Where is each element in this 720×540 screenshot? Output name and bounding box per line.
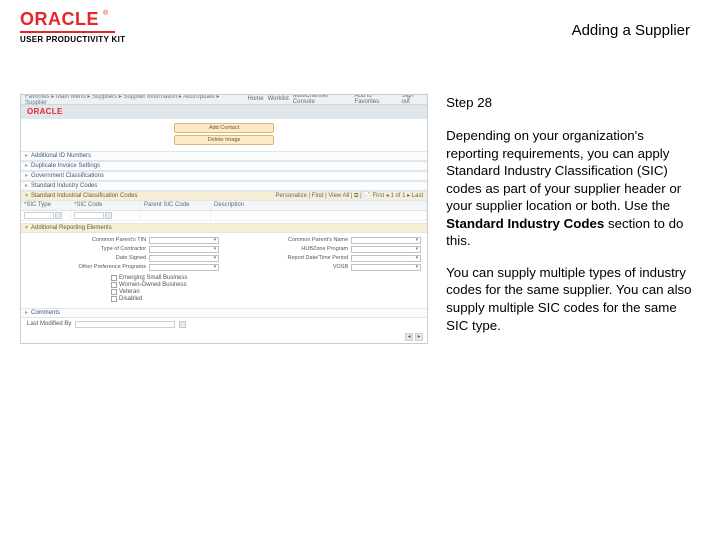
instruction-bold: Standard Industry Codes — [446, 216, 604, 231]
hubzone-select[interactable] — [351, 246, 421, 253]
chevron-right-icon: ▸ — [25, 182, 28, 189]
app-brand-logo: ORACLE — [27, 107, 63, 116]
trademark-symbol: ® — [103, 10, 108, 17]
section-label: Standard Industrial Classification Codes — [31, 193, 137, 199]
reporting-form: Common Parent's TIN Type of Contractor D… — [21, 233, 427, 275]
field-label: Common Parent's Name — [288, 237, 348, 243]
sic-grid-header: *SIC Type *SIC Code Parent SIC Code Desc… — [21, 201, 427, 211]
nav-worklist[interactable]: Worklist — [268, 96, 289, 102]
section-label: Comments — [31, 310, 60, 316]
type-contractor-select[interactable] — [149, 246, 219, 253]
vosb-select[interactable] — [351, 264, 421, 271]
chevron-down-icon: ▾ — [25, 224, 28, 231]
field-label: Type of Contractor — [101, 246, 146, 252]
check-label: Women-Owned Business — [119, 282, 187, 288]
col-sic-type: *SIC Type — [21, 201, 71, 210]
delete-image-button[interactable]: Delete Image — [174, 135, 274, 145]
col-description: Description — [211, 201, 427, 210]
scroll-left-icon[interactable]: ◂ — [405, 333, 413, 341]
oracle-logo-block: ORACLE ® USER PRODUCTIVITY KIT — [20, 10, 125, 44]
col-sic-code: *SIC Code — [71, 201, 141, 210]
oracle-logo-text: ORACLE — [20, 10, 99, 28]
app-breadcrumb-bar: Favorites ▸ Main Menu ▸ Suppliers ▸ Supp… — [21, 95, 427, 105]
field-label: HUBZone Program — [301, 246, 348, 252]
checkbox[interactable] — [111, 282, 117, 288]
nav-favorites[interactable]: Add to Favorites — [355, 94, 398, 106]
last-modified-label: Last Modified By — [27, 321, 71, 327]
logo-rule — [20, 31, 115, 33]
parent-sic-cell — [141, 211, 211, 221]
chevron-right-icon: ▸ — [25, 162, 28, 169]
other-select[interactable] — [149, 264, 219, 271]
check-label: Emerging Small Business — [119, 275, 187, 281]
chevron-down-icon: ▾ — [25, 192, 28, 199]
common-parent-name-select[interactable] — [351, 237, 421, 244]
instruction-paragraph: Depending on your organization's reporti… — [446, 127, 700, 250]
checkbox-group: Emerging Small Business Women-Owned Busi… — [21, 275, 427, 302]
sic-code-cell[interactable] — [71, 211, 141, 221]
section-label: Duplicate Invoice Settings — [31, 163, 100, 169]
button-label: Delete Image — [208, 137, 241, 143]
button-label: Add Contact — [209, 125, 239, 131]
checkbox[interactable] — [111, 289, 117, 295]
embedded-screenshot: Favorites ▸ Main Menu ▸ Suppliers ▸ Supp… — [20, 94, 428, 344]
product-subtitle: USER PRODUCTIVITY KIT — [20, 35, 125, 44]
date-select[interactable] — [149, 255, 219, 262]
description-cell — [211, 211, 427, 221]
instruction-paragraph: You can supply multiple types of industr… — [446, 264, 700, 334]
grid-toolbar: Personalize | Find | View All | ⧉ | 📄 Fi… — [276, 192, 424, 200]
chevron-right-icon: ▸ — [25, 152, 28, 159]
section-label: Additional Reporting Elements — [31, 225, 112, 231]
lookup-icon[interactable] — [179, 321, 186, 328]
grid-tool-text: Personalize | Find | View All | ⧉ | 📄 Fi… — [276, 192, 424, 200]
field-label: Common Parent's TIN — [92, 237, 146, 243]
last-modified-input[interactable] — [75, 321, 175, 328]
nav-signout[interactable]: Sign out — [402, 94, 424, 106]
lookup-icon[interactable] — [55, 212, 62, 219]
section-additional-reporting[interactable]: ▾ Additional Reporting Elements — [21, 223, 427, 233]
nav-home[interactable]: Home — [248, 96, 264, 102]
section-comments[interactable]: ▸Comments — [21, 308, 427, 318]
page-title: Adding a Supplier — [572, 22, 690, 39]
field-label: Date Signed — [116, 255, 146, 261]
step-number: Step 28 — [446, 94, 700, 112]
nav-multichannel[interactable]: MultiChannel Console — [293, 94, 351, 106]
check-label: Disabled — [119, 296, 142, 302]
field-label: Other Preference Programs — [79, 264, 147, 270]
section-sic-codes[interactable]: ▾ Standard Industrial Classification Cod… — [21, 191, 427, 201]
field-label: VOSB — [333, 264, 348, 270]
section-additional-id[interactable]: ▸Additional ID Numbers — [21, 151, 427, 161]
section-government-class[interactable]: ▸Government Classifications — [21, 171, 427, 181]
scroll-right-icon[interactable]: ▸ — [415, 333, 423, 341]
sic-grid-row — [21, 211, 427, 221]
section-identity-codes[interactable]: ▸Standard Industry Codes — [21, 181, 427, 191]
check-label: Veteran — [119, 289, 140, 295]
section-label: Government Classifications — [31, 173, 104, 179]
section-label: Additional ID Numbers — [31, 153, 91, 159]
checkbox[interactable] — [111, 275, 117, 281]
expiration-select[interactable] — [351, 255, 421, 262]
chevron-right-icon: ▸ — [25, 172, 28, 179]
chevron-right-icon: ▸ — [25, 309, 28, 316]
app-brand-bar: ORACLE — [21, 105, 427, 119]
common-parent-select[interactable] — [149, 237, 219, 244]
checkbox[interactable] — [111, 296, 117, 302]
instruction-text: Depending on your organization's reporti… — [446, 128, 681, 213]
section-duplicate-invoice[interactable]: ▸Duplicate Invoice Settings — [21, 161, 427, 171]
instruction-panel: Step 28 Depending on your organization's… — [446, 94, 700, 349]
col-parent-sic: Parent SIC Code — [141, 201, 211, 210]
add-contact-button[interactable]: Add Contact — [174, 123, 274, 133]
field-label: Report Date/Time Period — [288, 255, 349, 261]
sic-type-cell[interactable] — [21, 211, 71, 221]
section-label: Standard Industry Codes — [31, 183, 97, 189]
lookup-icon[interactable] — [105, 212, 112, 219]
